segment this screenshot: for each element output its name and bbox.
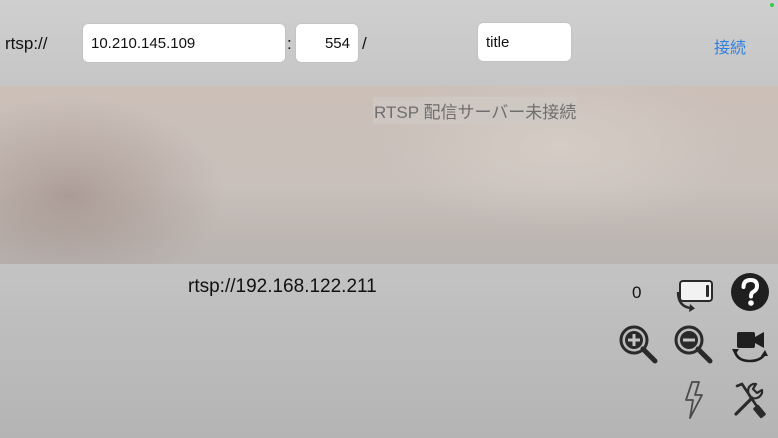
zoom-in-button[interactable] <box>617 323 661 367</box>
viewer-counter: 0 <box>632 283 642 302</box>
rotate-device-icon <box>676 280 713 312</box>
zoom-out-button[interactable] <box>672 323 716 367</box>
preview-status-text: RTSP 配信サーバー未接続 <box>373 97 578 124</box>
help-button[interactable] <box>728 270 772 314</box>
settings-tools-icon <box>734 382 766 419</box>
zoom-in-icon <box>619 325 658 364</box>
connect-button[interactable]: 接続 <box>714 34 746 58</box>
switch-camera-icon <box>732 332 768 363</box>
flash-icon <box>685 381 703 419</box>
port-separator: : <box>287 34 292 53</box>
zoom-out-icon <box>674 325 713 364</box>
host-input[interactable]: 10.210.145.109 <box>83 24 285 62</box>
control-panel <box>0 264 778 438</box>
scheme-label: rtsp:// <box>5 34 48 53</box>
port-input-value: 554 <box>324 34 350 52</box>
path-input[interactable]: title <box>478 23 571 61</box>
server-url: rtsp://192.168.122.211 <box>188 276 377 297</box>
host-input-value: 10.210.145.109 <box>91 34 196 52</box>
switch-camera-button[interactable] <box>728 323 772 367</box>
rotate-device-button[interactable] <box>674 270 718 314</box>
port-input[interactable]: 554 <box>296 24 358 62</box>
flash-button[interactable] <box>672 378 716 422</box>
settings-button[interactable] <box>728 378 772 422</box>
help-icon <box>731 273 769 311</box>
path-separator: / <box>362 34 367 53</box>
path-input-value: title <box>486 33 510 51</box>
connection-indicator <box>770 3 774 7</box>
